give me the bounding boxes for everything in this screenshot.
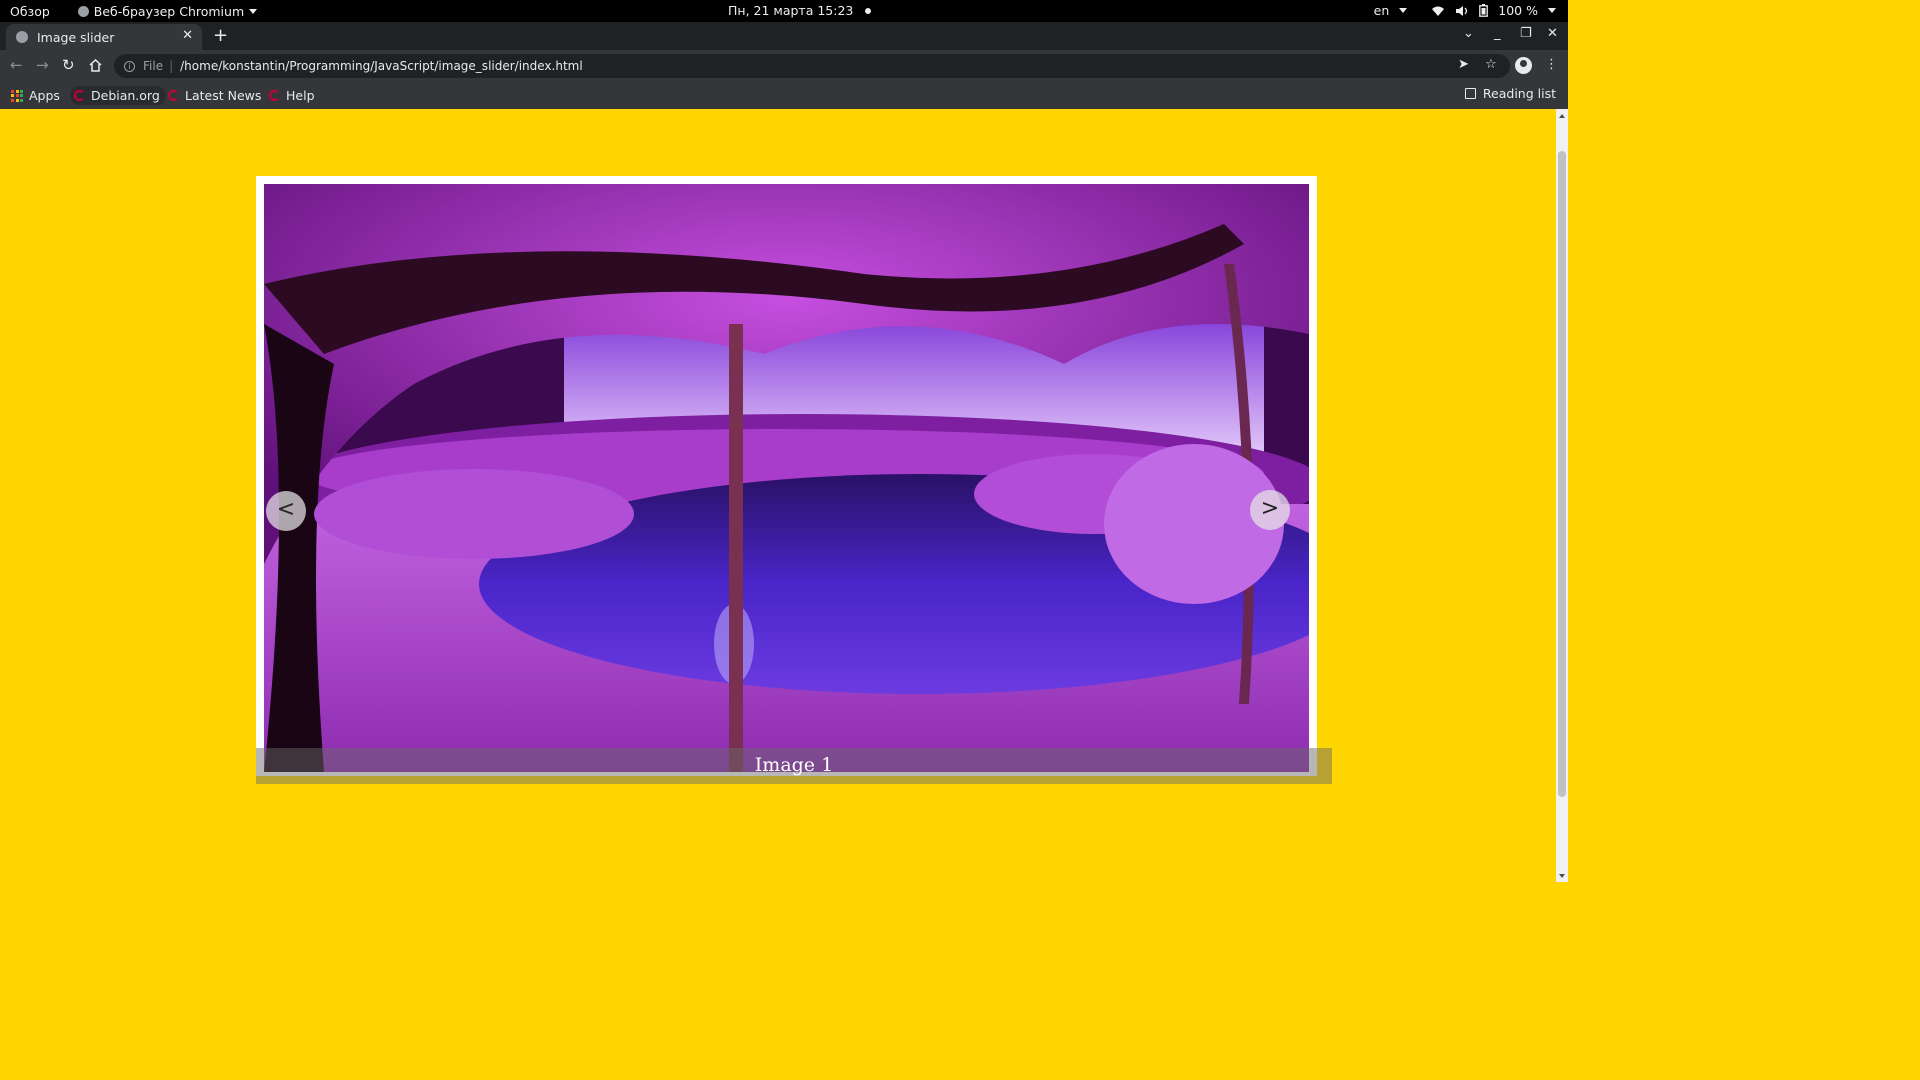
reading-list-label: Reading list <box>1482 86 1556 101</box>
tab-strip: Image slider ✕ + ⌄ _ ❐ ✕ <box>0 22 1568 50</box>
notification-dot-icon <box>865 7 872 14</box>
close-window-icon[interactable]: ✕ <box>1547 26 1558 41</box>
slide-photo <box>264 184 1309 772</box>
tab-image-slider[interactable]: Image slider ✕ <box>6 24 202 50</box>
keyboard-layout-indicator[interactable]: en <box>1374 3 1390 18</box>
system-status-area[interactable]: en 100 % <box>1374 3 1556 18</box>
profile-avatar-icon[interactable] <box>1515 57 1532 74</box>
reading-list-icon <box>1464 88 1476 99</box>
vertical-scrollbar[interactable] <box>1556 109 1568 882</box>
new-tab-icon[interactable]: + <box>213 25 228 46</box>
chevron-down-icon <box>249 8 258 14</box>
battery-icon <box>1479 4 1489 17</box>
forward-icon[interactable]: → <box>36 56 49 74</box>
bookmarks-bar: Apps Debian.org Latest News Help Reading… <box>0 82 1568 109</box>
tab-title: Image slider <box>37 29 115 45</box>
minimize-icon[interactable]: _ <box>1494 26 1501 41</box>
address-bar[interactable]: i File | /home/konstantin/Programming/Ja… <box>114 54 1510 78</box>
bookmark-label: Help <box>286 88 315 103</box>
bookmark-label: Debian.org <box>91 88 160 103</box>
chevron-down-icon <box>1399 8 1408 13</box>
scroll-down-icon[interactable] <box>1559 874 1565 878</box>
clock-label: Пн, 21 марта 15:23 <box>728 3 854 18</box>
debian-icon <box>74 90 85 101</box>
reload-icon[interactable]: ↻ <box>62 56 75 74</box>
battery-percentage: 100 % <box>1498 3 1538 18</box>
restore-icon[interactable]: ❐ <box>1520 26 1532 41</box>
wifi-icon <box>1432 6 1445 16</box>
home-icon[interactable] <box>88 58 103 73</box>
globe-icon <box>16 31 28 43</box>
url-separator: | <box>169 59 174 73</box>
app-menu-label: Веб-браузер Chromium <box>93 3 245 19</box>
slider-frame <box>256 176 1317 776</box>
back-icon[interactable]: ← <box>10 56 23 74</box>
tab-search-icon[interactable]: ⌄ <box>1463 26 1474 41</box>
chevron-down-icon <box>1548 8 1556 13</box>
send-icon[interactable]: ➤ <box>1458 57 1469 72</box>
bookmark-apps[interactable]: Apps <box>11 86 60 105</box>
bookmark-star-icon[interactable]: ☆ <box>1485 57 1497 72</box>
close-tab-icon[interactable]: ✕ <box>182 28 193 43</box>
clock[interactable]: Пн, 21 марта 15:23 <box>728 3 872 18</box>
url-text: /home/konstantin/Programming/JavaScript/… <box>180 59 583 73</box>
bookmark-label: Latest News <box>185 88 262 103</box>
page-viewport: Image 1 < > <box>0 109 1556 882</box>
bookmark-help[interactable]: Help <box>269 86 315 105</box>
browser-toolbar: ← → ↻ i File | /home/konstantin/Programm… <box>0 50 1568 82</box>
bookmark-latest-news[interactable]: Latest News <box>168 86 261 105</box>
next-slide-button[interactable]: > <box>1250 490 1290 530</box>
chromium-icon <box>77 5 89 17</box>
info-icon[interactable]: i <box>124 60 135 72</box>
activities-button[interactable]: Обзор <box>10 4 50 19</box>
scrollbar-thumb[interactable] <box>1558 151 1566 797</box>
reading-list-button[interactable]: Reading list <box>1464 86 1556 101</box>
scroll-up-icon[interactable] <box>1559 114 1565 118</box>
app-menu[interactable]: Веб-браузер Chromium <box>77 3 258 19</box>
system-top-bar: Обзор Веб-браузер Chromium Пн, 21 марта … <box>0 0 1568 22</box>
menu-icon[interactable]: ⋮ <box>1545 57 1558 72</box>
apps-grid-icon <box>11 89 23 102</box>
slide-image <box>264 184 1309 772</box>
url-scheme: File <box>143 59 164 73</box>
bookmark-debian[interactable]: Debian.org <box>70 86 166 105</box>
debian-icon <box>168 90 179 101</box>
prev-slide-button[interactable]: < <box>266 491 306 531</box>
bookmark-label: Apps <box>29 88 60 103</box>
slide-caption: Image 1 <box>754 754 834 776</box>
volume-icon <box>1456 5 1468 16</box>
debian-icon <box>269 90 280 101</box>
